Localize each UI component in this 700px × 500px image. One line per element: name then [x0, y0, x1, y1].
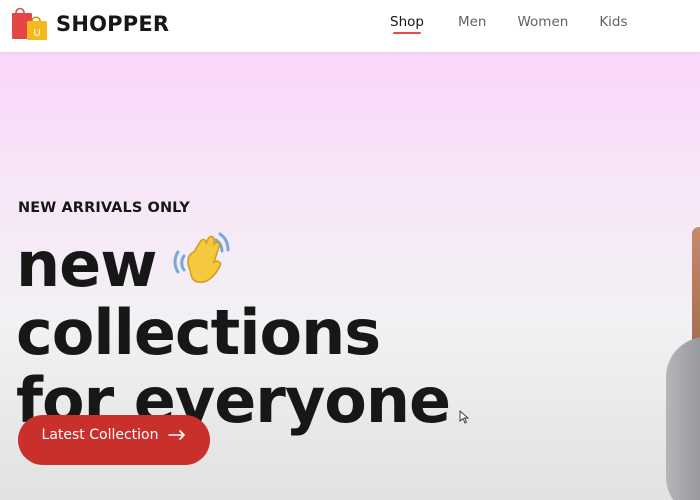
hero-tagline: NEW ARRIVALS ONLY [18, 200, 190, 216]
nav-item-label: Women [517, 14, 569, 30]
nav-item-men[interactable]: Men [458, 14, 487, 36]
hero-model-image [666, 337, 700, 500]
nav-item-label: Men [457, 14, 487, 30]
active-nav-indicator [393, 32, 421, 34]
nav-item-label: Kids [599, 14, 628, 30]
waving-hand-icon [170, 230, 232, 292]
cta-label: Latest Collection [41, 427, 159, 443]
shopping-bag-icon: U [10, 5, 50, 43]
hero-model-arm [692, 227, 700, 347]
nav-item-shop[interactable]: Shop [390, 14, 424, 36]
nav-item-kids[interactable]: Kids [599, 14, 627, 36]
latest-collection-button[interactable]: Latest Collection [18, 415, 210, 465]
svg-text:U: U [33, 28, 40, 39]
navbar: U SHOPPER Shop Men Women Kids [0, 0, 700, 52]
main-nav: Shop Men Women Kids [372, 14, 628, 36]
brand-name: SHOPPER [56, 12, 170, 36]
mouse-pointer-icon [459, 410, 470, 424]
hero-headline: new collections for everyone [16, 230, 451, 435]
headline-line-1: new [16, 230, 450, 299]
headline-line-2: collections [16, 296, 381, 369]
nav-item-women[interactable]: Women [517, 14, 568, 36]
arrow-right-icon [168, 430, 186, 440]
nav-item-label: Shop [390, 14, 424, 30]
brand-logo[interactable]: U SHOPPER [10, 5, 169, 43]
